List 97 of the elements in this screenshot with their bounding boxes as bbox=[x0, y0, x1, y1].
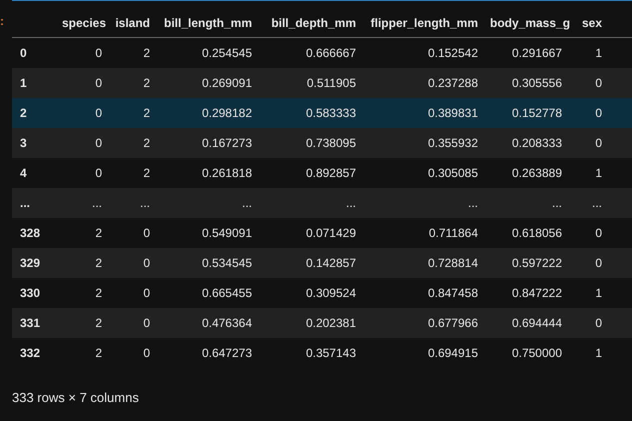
table-cell: 0.847458 bbox=[428, 286, 478, 300]
column-header: flipper_length_mm bbox=[370, 16, 478, 30]
table-cell: 0 bbox=[595, 316, 602, 330]
table-cell: 0.534545 bbox=[202, 256, 252, 270]
table-cell: 2 bbox=[143, 106, 150, 120]
table-cell: 2 bbox=[143, 46, 150, 60]
table-cell: 0.511905 bbox=[306, 76, 356, 90]
table-cell: 0 bbox=[95, 166, 102, 180]
table-cell: 0.263889 bbox=[512, 166, 562, 180]
table-cell: 0.728814 bbox=[428, 256, 478, 270]
row-index: 330 bbox=[20, 286, 40, 300]
table-cell: 0.142857 bbox=[306, 256, 356, 270]
table-cell: 0.261818 bbox=[202, 166, 252, 180]
table-cell: ... bbox=[242, 196, 252, 210]
table-cell: 0.583333 bbox=[306, 106, 356, 120]
table-cell: 2 bbox=[95, 316, 102, 330]
table-cell: 0.647273 bbox=[202, 346, 252, 360]
table-cell: 0.597222 bbox=[512, 256, 562, 270]
table-cell: 0.309524 bbox=[306, 286, 356, 300]
table-cell: 0.298182 bbox=[202, 106, 252, 120]
table-cell: 1 bbox=[595, 166, 602, 180]
row-index: 1 bbox=[20, 76, 27, 90]
row-index: ... bbox=[20, 196, 30, 210]
table-cell: 0 bbox=[143, 226, 150, 240]
table-cell: 0.152778 bbox=[512, 106, 562, 120]
row-index: 2 bbox=[20, 106, 27, 120]
column-header: bill_depth_mm bbox=[271, 16, 356, 30]
row-index: 329 bbox=[20, 256, 40, 270]
table-cell: 0.237288 bbox=[428, 76, 478, 90]
table-cell: ... bbox=[346, 196, 356, 210]
table-cell: 0 bbox=[143, 346, 150, 360]
table-cell: 0.305085 bbox=[428, 166, 478, 180]
table-cell: 0.694915 bbox=[428, 346, 478, 360]
table-cell: 0.208333 bbox=[512, 136, 562, 150]
table-cell: 2 bbox=[95, 226, 102, 240]
table-cell: 0.549091 bbox=[202, 226, 252, 240]
table-shape-summary: 333 rows × 7 columns bbox=[12, 390, 140, 405]
column-header: sex bbox=[582, 16, 602, 30]
table-cell: 2 bbox=[95, 256, 102, 270]
column-header: species bbox=[62, 16, 106, 30]
table-cell: 0.305556 bbox=[512, 76, 562, 90]
row-index: 3 bbox=[20, 136, 27, 150]
table-cell: 0.694444 bbox=[512, 316, 562, 330]
row-index: 0 bbox=[20, 46, 27, 60]
table-cell: 0.071429 bbox=[306, 226, 356, 240]
column-header: bill_length_mm bbox=[164, 16, 252, 30]
table-cell: 0.254545 bbox=[202, 46, 252, 60]
row-index: 4 bbox=[20, 166, 27, 180]
table-cell: 0 bbox=[143, 256, 150, 270]
table-cell: 1 bbox=[595, 286, 602, 300]
table-cell: ... bbox=[552, 196, 562, 210]
table-cell: 0 bbox=[595, 106, 602, 120]
table-cell: 2 bbox=[95, 346, 102, 360]
cell-prompt-marker: : bbox=[0, 14, 4, 28]
column-header: body_mass_g bbox=[490, 16, 570, 30]
table-cell: ... bbox=[140, 196, 150, 210]
table-cell: 0.618056 bbox=[512, 226, 562, 240]
table-cell: 0 bbox=[143, 286, 150, 300]
table-cell: 0 bbox=[95, 46, 102, 60]
row-index: 331 bbox=[20, 316, 40, 330]
table-cell: 0.152542 bbox=[428, 46, 478, 60]
row-index: 328 bbox=[20, 226, 40, 240]
table-cell: 0.167273 bbox=[202, 136, 252, 150]
table-cell: ... bbox=[592, 196, 602, 210]
table-cell: 2 bbox=[143, 136, 150, 150]
table-cell: 0 bbox=[595, 136, 602, 150]
table-cell: 0 bbox=[595, 226, 602, 240]
table-cell: 0.892857 bbox=[306, 166, 356, 180]
table-cell: 0.355932 bbox=[428, 136, 478, 150]
table-cell: 0.665455 bbox=[202, 286, 252, 300]
table-cell: 2 bbox=[143, 166, 150, 180]
table-cell: 2 bbox=[143, 76, 150, 90]
table-cell: 0.666667 bbox=[306, 46, 356, 60]
column-header: island bbox=[115, 16, 150, 30]
table-cell: 1 bbox=[595, 46, 602, 60]
table-cell: 0.847222 bbox=[512, 286, 562, 300]
table-cell: 0 bbox=[595, 256, 602, 270]
table-cell: 0.750000 bbox=[512, 346, 562, 360]
table-cell: 0.357143 bbox=[306, 346, 356, 360]
table-cell: ... bbox=[468, 196, 478, 210]
table-cell: ... bbox=[92, 196, 102, 210]
table-cell: 0.738095 bbox=[306, 136, 356, 150]
table-cell: 0.476364 bbox=[202, 316, 252, 330]
table-cell: 0 bbox=[143, 316, 150, 330]
table-cell: 0 bbox=[95, 106, 102, 120]
table-cell: 1 bbox=[595, 346, 602, 360]
table-cell: 0.202381 bbox=[306, 316, 356, 330]
table-cell: 0.269091 bbox=[202, 76, 252, 90]
table-cell: 0.711864 bbox=[428, 226, 478, 240]
table-cell: 0 bbox=[595, 76, 602, 90]
table-cell: 0.291667 bbox=[512, 46, 562, 60]
table-cell: 2 bbox=[95, 286, 102, 300]
table-cell: 0 bbox=[95, 136, 102, 150]
table-cell: 0 bbox=[95, 76, 102, 90]
table-cell: 0.389831 bbox=[428, 106, 478, 120]
table-cell: 0.677966 bbox=[428, 316, 478, 330]
row-index: 332 bbox=[20, 346, 40, 360]
